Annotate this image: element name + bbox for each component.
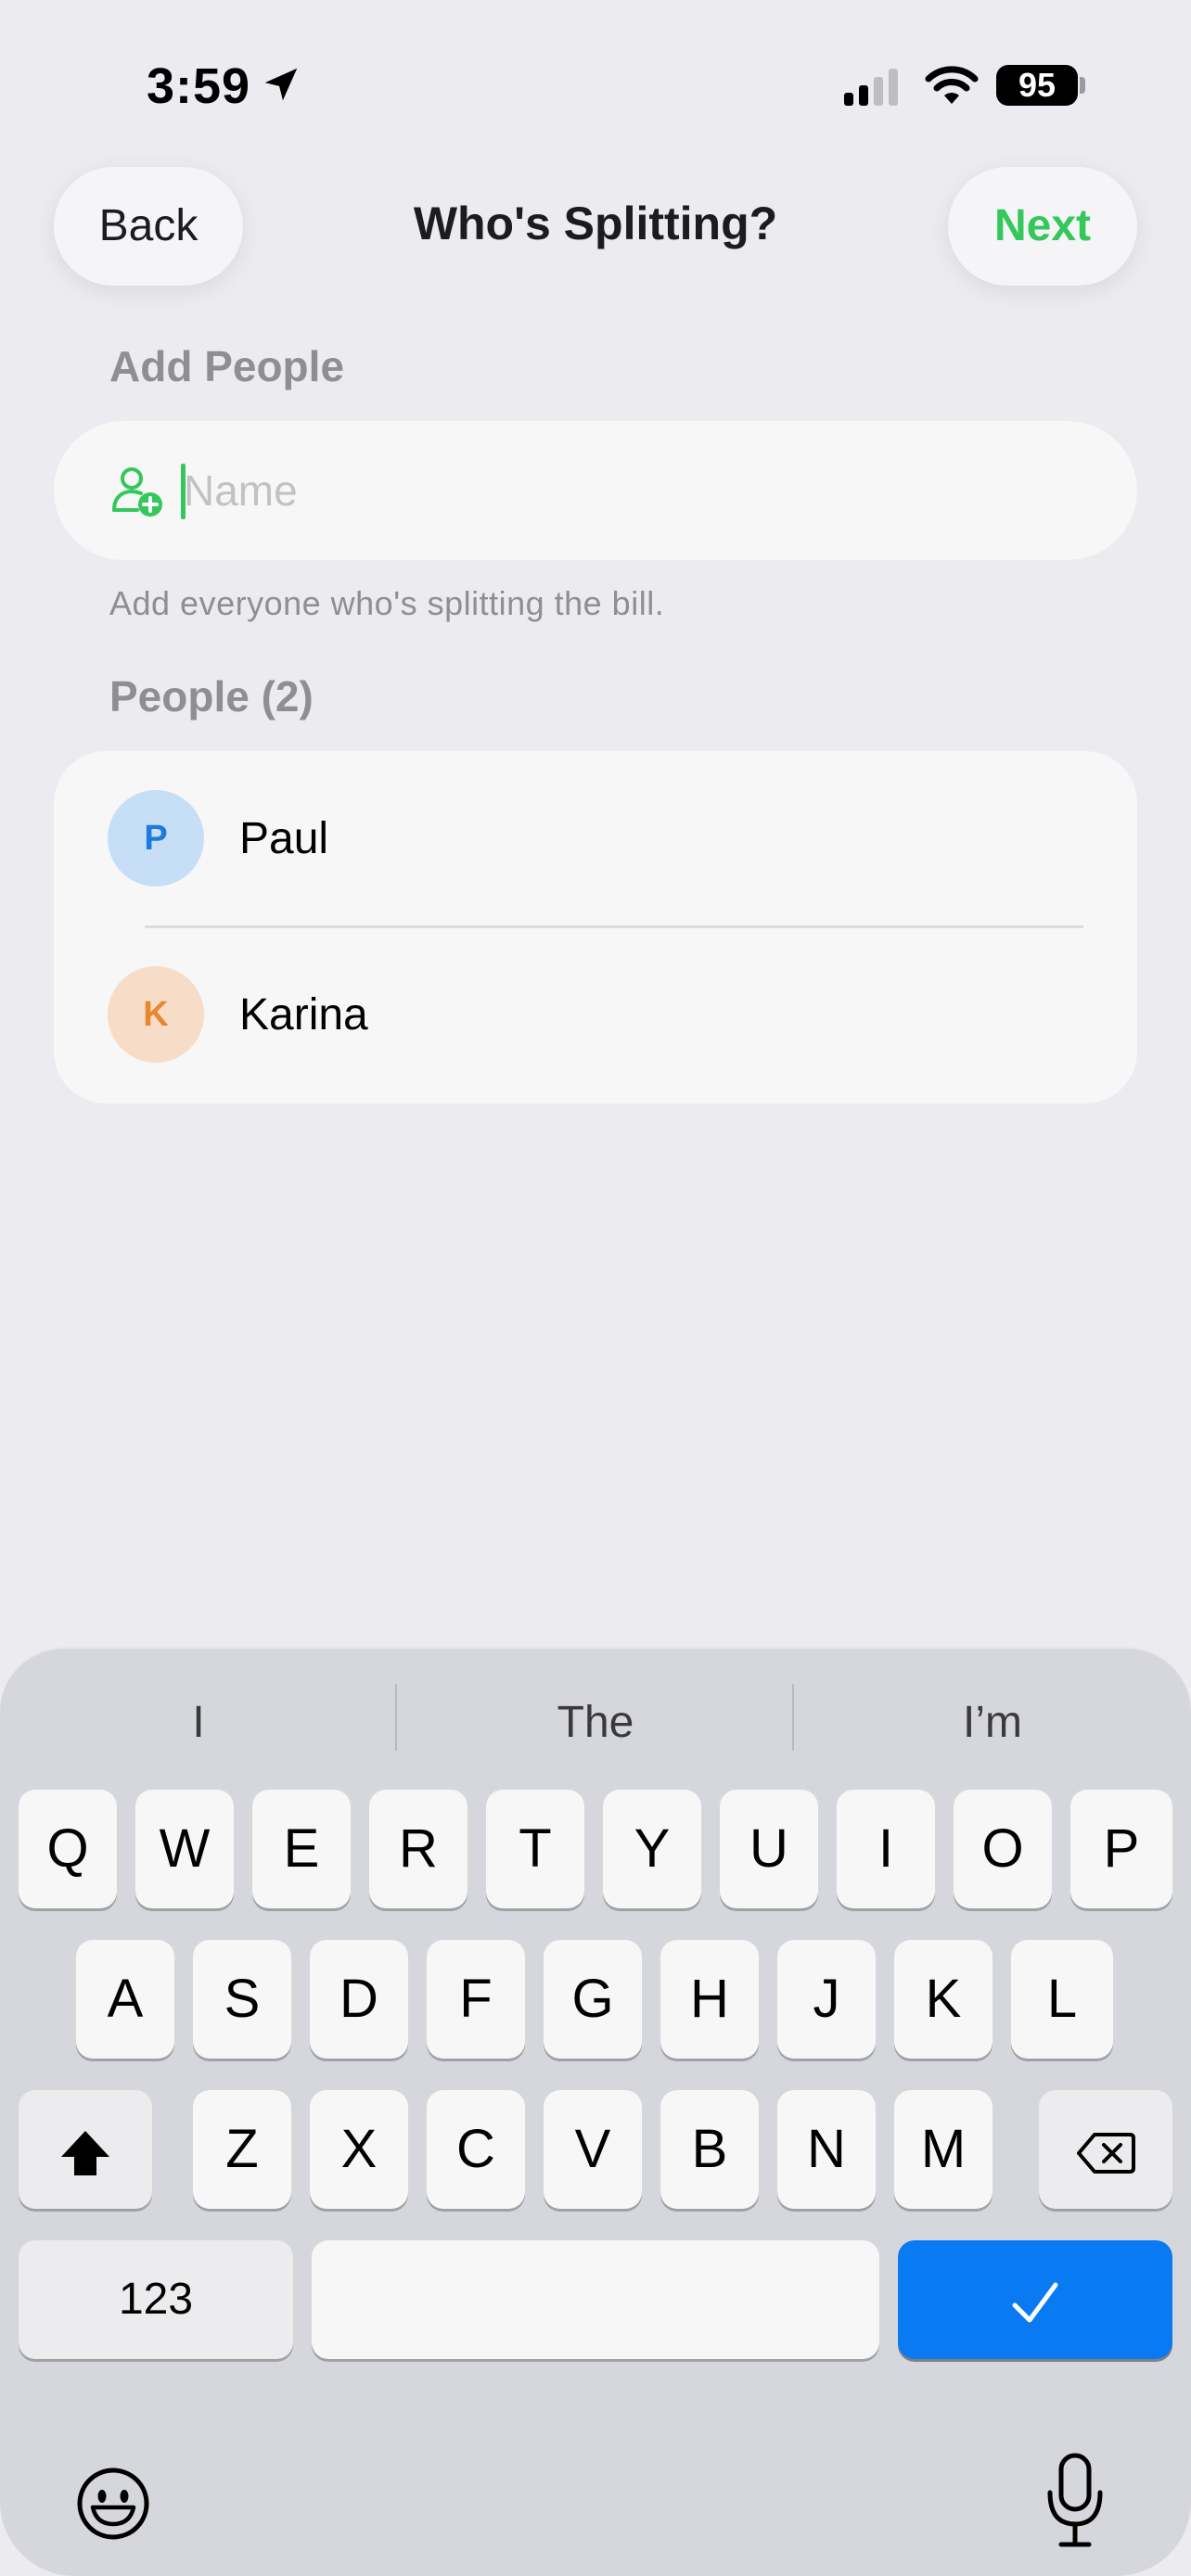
shift-key[interactable] [19,2090,152,2209]
key[interactable]: J [777,1940,876,2059]
key[interactable]: P [1070,1790,1172,1908]
person-row[interactable]: K Karina [54,927,1137,1103]
wifi-icon [925,66,979,104]
key[interactable]: I [837,1790,935,1908]
suggestion-bar: I The I’m [0,1649,1191,1797]
backspace-icon [1077,2132,1135,2174]
suggestion-item[interactable]: I’m [794,1686,1191,1760]
key[interactable]: T [486,1790,584,1908]
key[interactable]: E [252,1790,351,1908]
key[interactable]: C [427,2090,525,2209]
key[interactable]: K [894,1940,992,2059]
microphone-icon[interactable] [1044,2452,1106,2554]
key[interactable]: D [310,1940,408,2059]
key[interactable]: G [544,1940,642,2059]
key[interactable]: S [193,1940,291,2059]
numbers-key[interactable]: 123 [19,2240,293,2359]
name-field[interactable] [54,421,1137,560]
key[interactable]: R [369,1790,467,1908]
return-key[interactable] [898,2240,1172,2359]
checkmark-icon [1012,2282,1058,2323]
person-add-icon [112,467,162,516]
cellular-signal-icon [844,69,898,106]
key[interactable]: N [777,2090,876,2209]
people-list: P Paul K Karina [54,751,1137,1103]
key[interactable]: V [544,2090,642,2209]
key[interactable]: Z [193,2090,291,2209]
people-header: People (2) [109,672,314,721]
person-name: Karina [239,990,368,1039]
location-arrow-icon [264,68,298,101]
add-people-header: Add People [109,342,345,390]
delete-key[interactable] [1039,2090,1172,2209]
suggestion-item[interactable]: I [0,1686,397,1760]
shift-icon [61,2130,109,2175]
keyboard: I The I’m Q W E R T Y U I O P A S D F G … [0,1647,1191,2576]
battery-indicator: 95 [996,65,1078,106]
key[interactable]: F [427,1940,525,2059]
space-key[interactable] [312,2240,879,2359]
key[interactable]: X [310,2090,408,2209]
suggestion-item[interactable]: The [397,1686,794,1760]
key[interactable]: L [1011,1940,1113,2059]
person-name: Paul [239,814,329,863]
status-time: 3:59 [147,58,251,114]
status-bar: 3:59 95 [0,0,1191,167]
emoji-icon[interactable] [74,2465,152,2543]
battery-tip [1080,77,1085,94]
avatar: K [108,966,204,1063]
name-input[interactable] [184,421,1093,560]
key[interactable]: O [954,1790,1052,1908]
next-button[interactable]: Next [948,167,1137,286]
helper-text: Add everyone who's splitting the bill. [109,584,665,622]
key[interactable]: M [894,2090,992,2209]
key[interactable]: B [660,2090,759,2209]
person-row[interactable]: P Paul [54,751,1137,927]
key[interactable]: A [76,1940,174,2059]
key[interactable]: U [720,1790,818,1908]
key[interactable]: H [660,1940,759,2059]
key[interactable]: Y [603,1790,701,1908]
avatar: P [108,790,204,886]
key[interactable]: W [135,1790,234,1908]
key[interactable]: Q [19,1790,117,1908]
